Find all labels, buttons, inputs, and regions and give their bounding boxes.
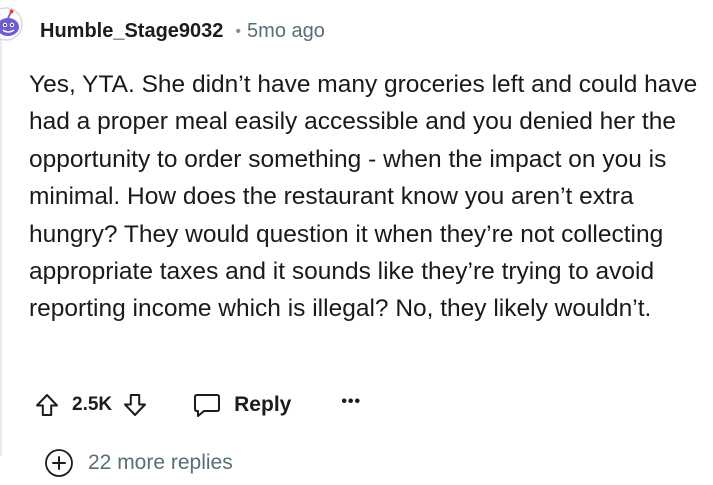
more-replies-link[interactable]: 22 more replies bbox=[44, 448, 233, 478]
thread-line bbox=[0, 36, 2, 456]
upvote-button[interactable] bbox=[34, 392, 60, 418]
snoo-avatar-icon bbox=[0, 7, 23, 41]
comment-body: Yes, YTA. She didn’t have many groceries… bbox=[29, 66, 699, 328]
more-replies-label: 22 more replies bbox=[88, 451, 233, 474]
more-options-button[interactable]: ••• bbox=[341, 394, 361, 413]
downvote-button[interactable] bbox=[122, 392, 148, 418]
comment-header: Humble_Stage9032 • 5mo ago bbox=[40, 20, 325, 43]
speech-bubble-icon bbox=[194, 394, 221, 417]
comment-paragraph: Yes, YTA. She didn’t have many groceries… bbox=[29, 71, 698, 323]
plus-circle-icon bbox=[45, 449, 73, 477]
username-link[interactable]: Humble_Stage9032 bbox=[40, 20, 223, 43]
ellipsis-icon: ••• bbox=[341, 393, 362, 410]
reply-label: Reply bbox=[234, 393, 292, 416]
avatar[interactable] bbox=[0, 6, 24, 42]
downvote-arrow-icon bbox=[124, 394, 147, 416]
reply-button[interactable]: Reply bbox=[192, 392, 291, 418]
upvote-arrow-icon bbox=[36, 394, 58, 416]
comment-action-bar: 2.5K Reply ••• bbox=[34, 386, 361, 424]
comment-timestamp[interactable]: 5mo ago bbox=[247, 20, 325, 43]
vote-count: 2.5K bbox=[72, 394, 113, 415]
meta-separator: • bbox=[235, 22, 242, 40]
